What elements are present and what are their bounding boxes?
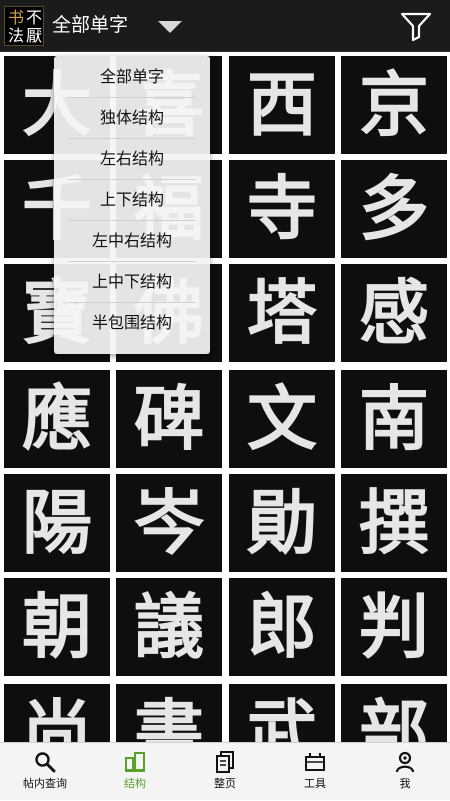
character-glyph: 碑 [134,377,204,460]
menu-item-independent[interactable]: 独体结构 [54,98,210,138]
nav-label: 帖内查询 [23,777,67,790]
nav-item-me[interactable]: 我 [360,743,450,801]
character-cell[interactable]: 岑 [116,474,222,572]
character-cell[interactable]: 尚 [4,684,110,742]
nav-item-structure[interactable]: 结构 [90,743,180,801]
logo-char: 厭 [26,26,43,45]
menu-item-top-bottom[interactable]: 上下结构 [54,180,210,220]
character-glyph: 判 [359,585,429,668]
filter-icon [400,12,432,42]
character-glyph: 岑 [134,481,204,564]
search-icon [35,752,56,773]
character-glyph: 京 [359,63,429,146]
character-glyph: 寺 [247,167,317,250]
character-cell[interactable]: 部 [341,684,447,742]
character-cell[interactable]: 議 [116,578,222,676]
category-title[interactable]: 全部单字 [52,12,128,38]
character-cell[interactable]: 寺 [229,160,335,258]
character-cell[interactable]: 京 [341,56,447,154]
nav-item-page[interactable]: 整页 [180,743,270,801]
character-glyph: 撰 [359,481,429,564]
character-cell[interactable]: 郎 [229,578,335,676]
character-cell[interactable]: 感 [341,264,447,362]
character-glyph: 陽 [22,481,92,564]
nav-label: 工具 [304,777,326,790]
character-cell[interactable]: 書 [116,684,222,742]
character-glyph: 朝 [22,585,92,668]
logo-char: 不 [26,8,43,27]
character-glyph: 武 [247,691,317,743]
character-glyph: 塔 [247,271,317,354]
character-cell[interactable]: 文 [229,370,335,468]
nav-label: 整页 [214,777,236,790]
character-cell[interactable]: 西 [229,56,335,154]
character-cell[interactable]: 南 [341,370,447,468]
page-icon [216,751,234,773]
structure-dropdown-menu: 全部单字 独体结构 左右结构 上下结构 左中右结构 上中下结构 半包围结构 [54,56,210,354]
character-glyph: 應 [22,377,92,460]
nav-item-tools[interactable]: 工具 [270,743,360,801]
character-cell[interactable]: 多 [341,160,447,258]
character-glyph: 書 [134,691,204,743]
character-cell[interactable]: 撰 [341,474,447,572]
character-glyph: 多 [359,167,429,250]
filter-button[interactable] [398,10,434,42]
menu-item-half-enclosure[interactable]: 半包围结构 [54,303,210,343]
character-glyph: 部 [359,691,429,743]
nav-label: 我 [399,777,411,790]
top-bar: 书 不 法 厭 全部单字 [0,0,450,52]
character-glyph: 南 [359,377,429,460]
menu-item-top-middle-bottom[interactable]: 上中下结构 [54,262,210,302]
menu-item-left-middle-right[interactable]: 左中右结构 [54,221,210,261]
nav-label: 结构 [124,777,146,790]
character-glyph: 議 [134,585,204,668]
logo-char: 法 [8,26,25,45]
character-cell[interactable]: 碑 [116,370,222,468]
logo-char: 书 [8,8,25,27]
character-cell[interactable]: 陽 [4,474,110,572]
character-glyph: 文 [247,377,317,460]
nav-item-search[interactable]: 帖内查询 [0,743,90,801]
character-glyph: 尚 [22,691,92,743]
character-cell[interactable]: 塔 [229,264,335,362]
character-glyph: 感 [359,271,429,354]
bottom-nav: 帖内查询 结构 整页 工具 我 [0,742,450,800]
character-cell[interactable]: 勛 [229,474,335,572]
character-cell[interactable]: 判 [341,578,447,676]
character-glyph: 郎 [247,585,317,668]
character-cell[interactable]: 朝 [4,578,110,676]
menu-item-left-right[interactable]: 左右结构 [54,139,210,179]
dropdown-arrow-icon[interactable] [158,21,182,33]
character-cell[interactable]: 應 [4,370,110,468]
character-glyph: 西 [247,63,317,146]
user-icon [395,751,415,773]
app-logo: 书 不 法 厭 [4,6,44,46]
menu-item-all-characters[interactable]: 全部单字 [54,57,210,97]
character-glyph: 勛 [247,481,317,564]
character-cell[interactable]: 武 [229,684,335,742]
structure-icon [125,752,145,772]
toolbox-icon [305,753,325,771]
